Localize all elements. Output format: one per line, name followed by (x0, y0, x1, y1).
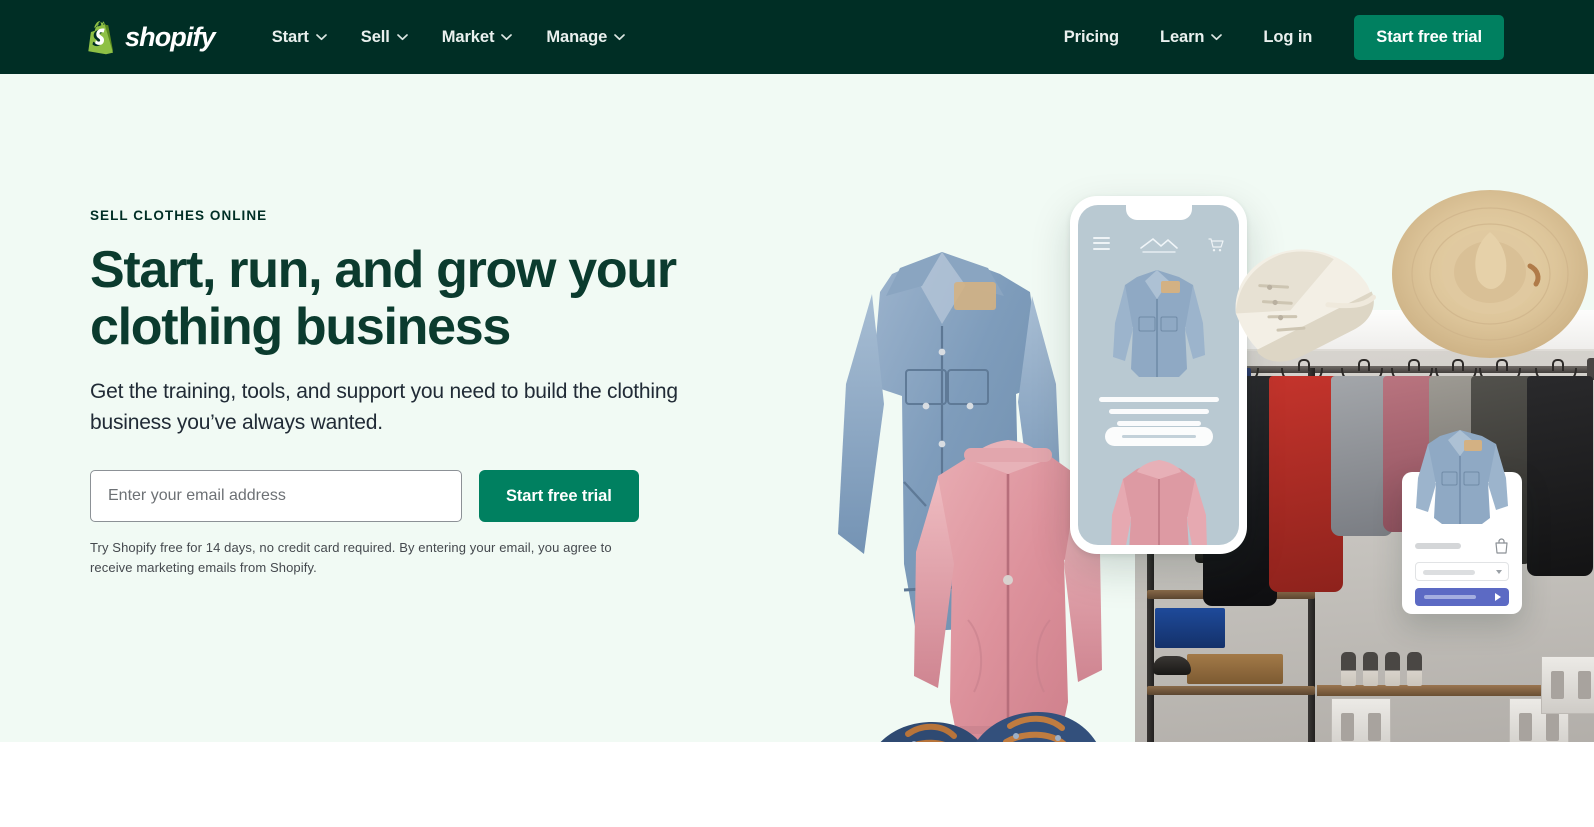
play-arrow-icon (1495, 593, 1501, 601)
shopify-logo[interactable]: shopify (88, 21, 216, 55)
chevron-down-icon (614, 33, 626, 41)
pink-bomber-jacket-image (908, 430, 1108, 742)
hamburger-menu-icon (1093, 236, 1110, 254)
dropdown-caret-icon (1496, 570, 1502, 574)
hero-copy-block: SELL CLOTHES ONLINE Start, run, and grow… (90, 208, 730, 578)
phone-notch (1125, 205, 1192, 220)
nav-item-sell[interactable]: Sell (344, 18, 425, 57)
clothing-closet-photo (1135, 310, 1594, 742)
chevron-down-icon (396, 33, 408, 41)
nav-item-login[interactable]: Log in (1241, 18, 1334, 57)
phone-product-denim-jacket (1109, 265, 1209, 385)
chevron-down-icon (1211, 33, 1223, 41)
card-buy-button[interactable] (1415, 588, 1509, 606)
shopping-cart-icon (1208, 237, 1224, 253)
phone-cta-button (1104, 427, 1213, 446)
shopify-wordmark: shopify (125, 21, 216, 52)
nav-item-learn[interactable]: Learn (1143, 18, 1239, 57)
hero-eyebrow: SELL CLOTHES ONLINE (90, 208, 268, 223)
navy-canvas-shoes-image (856, 678, 1116, 742)
email-field[interactable] (90, 470, 462, 523)
phone-product-pink-jacket (1107, 455, 1211, 545)
site-header: shopify Start Sell Market Manage Pricing… (0, 0, 1594, 74)
shopify-bag-icon (88, 21, 116, 55)
cream-canvas-sneaker-image (1203, 203, 1398, 390)
nav-item-start[interactable]: Start (255, 18, 344, 57)
card-product-denim-jacket (1412, 426, 1512, 526)
closet-shelving (1147, 368, 1317, 742)
chevron-down-icon (315, 33, 327, 41)
store-logo-icon (1137, 235, 1181, 255)
nav-item-manage[interactable]: Manage (529, 18, 642, 57)
straw-fedora-hat-image (1390, 182, 1590, 362)
page-title: Start, run, and grow your clothing busin… (90, 241, 677, 356)
shopping-bag-icon (1494, 538, 1509, 554)
nav-label: Learn (1159, 27, 1205, 46)
nav-label: Start (271, 27, 309, 46)
nav-label: Market (441, 27, 495, 46)
hero-section: SELL CLOTHES ONLINE Start, run, and grow… (0, 74, 1594, 742)
hero-illustration (790, 74, 1594, 742)
card-variant-select[interactable] (1415, 562, 1509, 581)
nav-label: Sell (360, 27, 390, 46)
phone-text-placeholders (1098, 397, 1219, 433)
storefront-phone-mockup (1070, 196, 1247, 554)
nav-item-pricing[interactable]: Pricing (1042, 18, 1141, 57)
hero-start-free-trial-button[interactable]: Start free trial (479, 470, 639, 523)
nav-item-market[interactable]: Market (425, 18, 530, 57)
hero-subheading: Get the training, tools, and support you… (90, 380, 678, 435)
chevron-down-icon (501, 33, 513, 41)
denim-jacket-image (820, 234, 1070, 664)
primary-navigation: Start Sell Market Manage (255, 18, 642, 57)
email-signup-form: Start free trial (90, 470, 730, 523)
secondary-navigation: Pricing Learn Log in Start free trial (1042, 14, 1504, 60)
header-start-free-trial-button[interactable]: Start free trial (1354, 14, 1504, 60)
card-title-placeholder (1415, 543, 1461, 549)
nav-label: Manage (546, 27, 608, 46)
product-checkout-card (1402, 430, 1522, 614)
signup-disclaimer: Try Shopify free for 14 days, no credit … (90, 540, 612, 576)
